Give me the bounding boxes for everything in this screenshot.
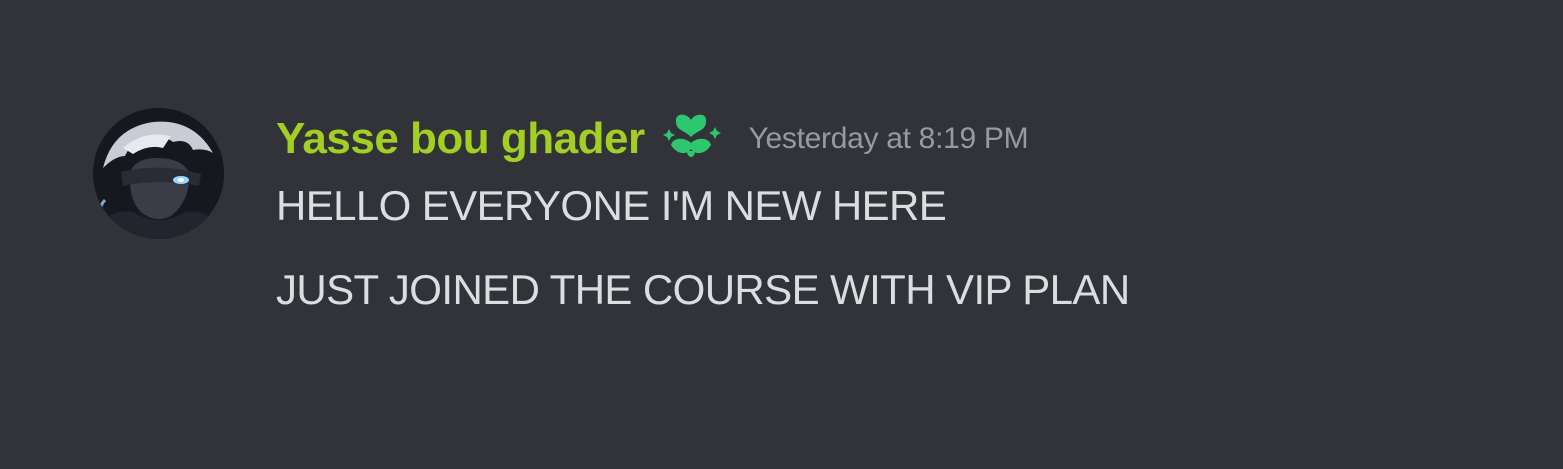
username[interactable]: Yasse bou ghader	[276, 114, 645, 164]
message-timestamp[interactable]: Yesterday at 8:19 PM	[749, 122, 1029, 156]
message-text-line: JUST JOINED THE COURSE WITH VIP PLAN	[276, 266, 1130, 313]
avatar[interactable]	[93, 108, 224, 239]
message-header: Yasse bou ghader Yesterday at 8:19 PM	[276, 111, 1029, 167]
green-sparkle-heart-icon[interactable]	[661, 111, 721, 167]
message-text-line: HELLO EVERYONE I'M NEW HERE	[276, 182, 947, 229]
chat-message: Yasse bou ghader Yesterday at 8:19 PM HE…	[0, 0, 1563, 469]
